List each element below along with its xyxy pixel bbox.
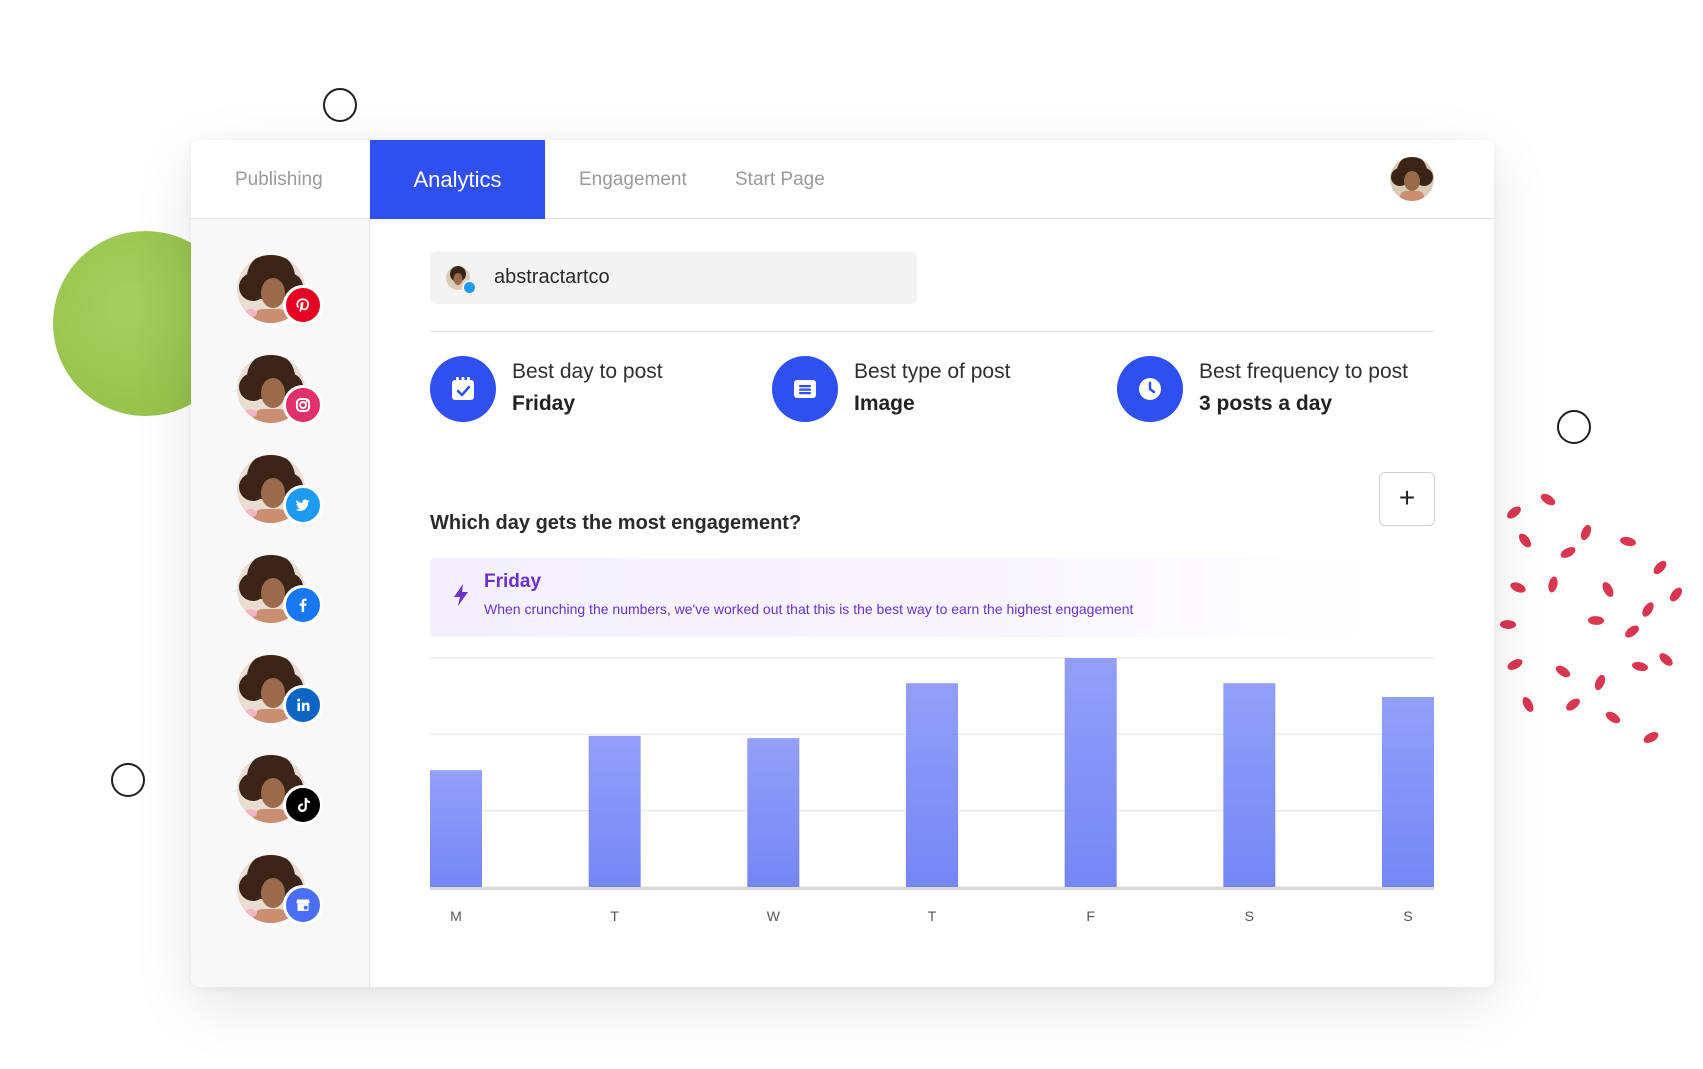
stat-label: Best type of post bbox=[854, 360, 1011, 383]
x-tick-label: M bbox=[450, 908, 462, 924]
account-item-facebook[interactable] bbox=[237, 555, 323, 631]
bar-5[interactable] bbox=[1223, 683, 1276, 887]
petal bbox=[1499, 618, 1517, 631]
account-item-google-business[interactable] bbox=[237, 855, 323, 931]
lightning-icon bbox=[454, 584, 468, 606]
tiktok-icon bbox=[283, 785, 323, 825]
petal bbox=[1553, 662, 1573, 681]
account-selector[interactable]: abstractartco bbox=[430, 251, 917, 304]
top-navigation: Publishing Analytics Engagement Start Pa… bbox=[191, 140, 1494, 219]
account-item-twitter[interactable] bbox=[237, 455, 323, 531]
tab-publishing[interactable]: Publishing bbox=[235, 140, 323, 219]
decorative-ring bbox=[323, 88, 357, 122]
petal bbox=[1641, 730, 1661, 745]
tab-engagement[interactable]: Engagement bbox=[579, 140, 687, 219]
account-item-instagram[interactable] bbox=[237, 355, 323, 431]
bar-2[interactable] bbox=[747, 738, 800, 887]
petal bbox=[1622, 623, 1642, 640]
petal bbox=[1657, 650, 1675, 669]
clock-icon bbox=[1117, 356, 1183, 422]
petal bbox=[1521, 695, 1535, 714]
x-tick-label: S bbox=[1245, 908, 1254, 924]
account-item-pinterest[interactable] bbox=[237, 255, 323, 331]
petal bbox=[1538, 490, 1558, 509]
decorative-ring bbox=[111, 763, 145, 797]
accounts-sidebar bbox=[191, 219, 370, 987]
linkedin-icon bbox=[283, 685, 323, 725]
petal bbox=[1505, 657, 1525, 672]
section-question: Which day gets the most engagement? bbox=[430, 512, 802, 534]
insight-banner: Friday When crunching the numbers, we've… bbox=[430, 558, 1370, 637]
x-tick-label: F bbox=[1086, 908, 1095, 924]
bar-3[interactable] bbox=[906, 683, 958, 887]
divider bbox=[430, 331, 1434, 332]
account-item-linkedin[interactable] bbox=[237, 655, 323, 731]
petal bbox=[1587, 614, 1605, 627]
bar-1[interactable] bbox=[588, 735, 641, 887]
petal bbox=[1639, 600, 1657, 619]
x-tick-label: T bbox=[928, 908, 937, 924]
stat-best-day: Best day to post Friday bbox=[430, 356, 730, 426]
petal bbox=[1667, 585, 1685, 604]
petal bbox=[1546, 575, 1560, 594]
stat-value: Friday bbox=[512, 392, 576, 415]
petal bbox=[1601, 580, 1615, 599]
twitter-icon bbox=[462, 280, 477, 295]
x-tick-label: S bbox=[1403, 908, 1412, 924]
petal bbox=[1592, 673, 1608, 692]
facebook-icon bbox=[283, 585, 323, 625]
instagram-icon bbox=[283, 385, 323, 425]
bar-6[interactable] bbox=[1382, 696, 1434, 887]
stat-best-frequency: Best frequency to post 3 posts a day bbox=[1117, 356, 1437, 426]
x-tick-label: W bbox=[767, 908, 781, 924]
bar-0[interactable] bbox=[430, 770, 482, 887]
petal bbox=[1578, 523, 1594, 542]
x-tick-label: T bbox=[610, 908, 619, 924]
avatar-photo bbox=[1390, 157, 1434, 201]
stat-value: Image bbox=[854, 392, 915, 415]
petal bbox=[1630, 659, 1650, 674]
twitter-icon bbox=[283, 485, 323, 525]
petal bbox=[1603, 708, 1623, 727]
stat-value: 3 posts a day bbox=[1199, 392, 1333, 415]
analytics-window: Publishing Analytics Engagement Start Pa… bbox=[191, 140, 1494, 987]
decorative-ring bbox=[1557, 410, 1591, 444]
insight-title: Friday bbox=[484, 571, 542, 592]
petal bbox=[1563, 696, 1583, 713]
stat-label: Best frequency to post bbox=[1199, 360, 1408, 383]
stat-best-type: Best type of post Image bbox=[772, 356, 1072, 426]
analytics-content: abstractartco Best day to post Friday Be… bbox=[430, 219, 1437, 987]
pinterest-icon bbox=[283, 285, 323, 325]
engagement-bar-chart: MTWTFSS bbox=[430, 657, 1434, 924]
store-icon bbox=[283, 885, 323, 925]
account-item-tiktok[interactable] bbox=[237, 755, 323, 831]
add-button[interactable]: + bbox=[1379, 472, 1435, 526]
insight-description: When crunching the numbers, we've worked… bbox=[484, 601, 1134, 617]
petal bbox=[1650, 558, 1670, 577]
stat-label: Best day to post bbox=[512, 360, 663, 383]
petal bbox=[1508, 579, 1528, 596]
tab-analytics[interactable]: Analytics bbox=[370, 140, 545, 219]
petal bbox=[1618, 534, 1638, 549]
calendar-icon bbox=[430, 356, 496, 422]
tab-start-page[interactable]: Start Page bbox=[735, 140, 825, 219]
bar-4[interactable] bbox=[1064, 658, 1117, 887]
post-type-icon bbox=[772, 356, 838, 422]
user-avatar[interactable] bbox=[1390, 157, 1434, 201]
petal bbox=[1504, 504, 1524, 521]
account-name: abstractartco bbox=[494, 266, 610, 288]
petal bbox=[1517, 531, 1533, 550]
petal bbox=[1558, 545, 1578, 560]
